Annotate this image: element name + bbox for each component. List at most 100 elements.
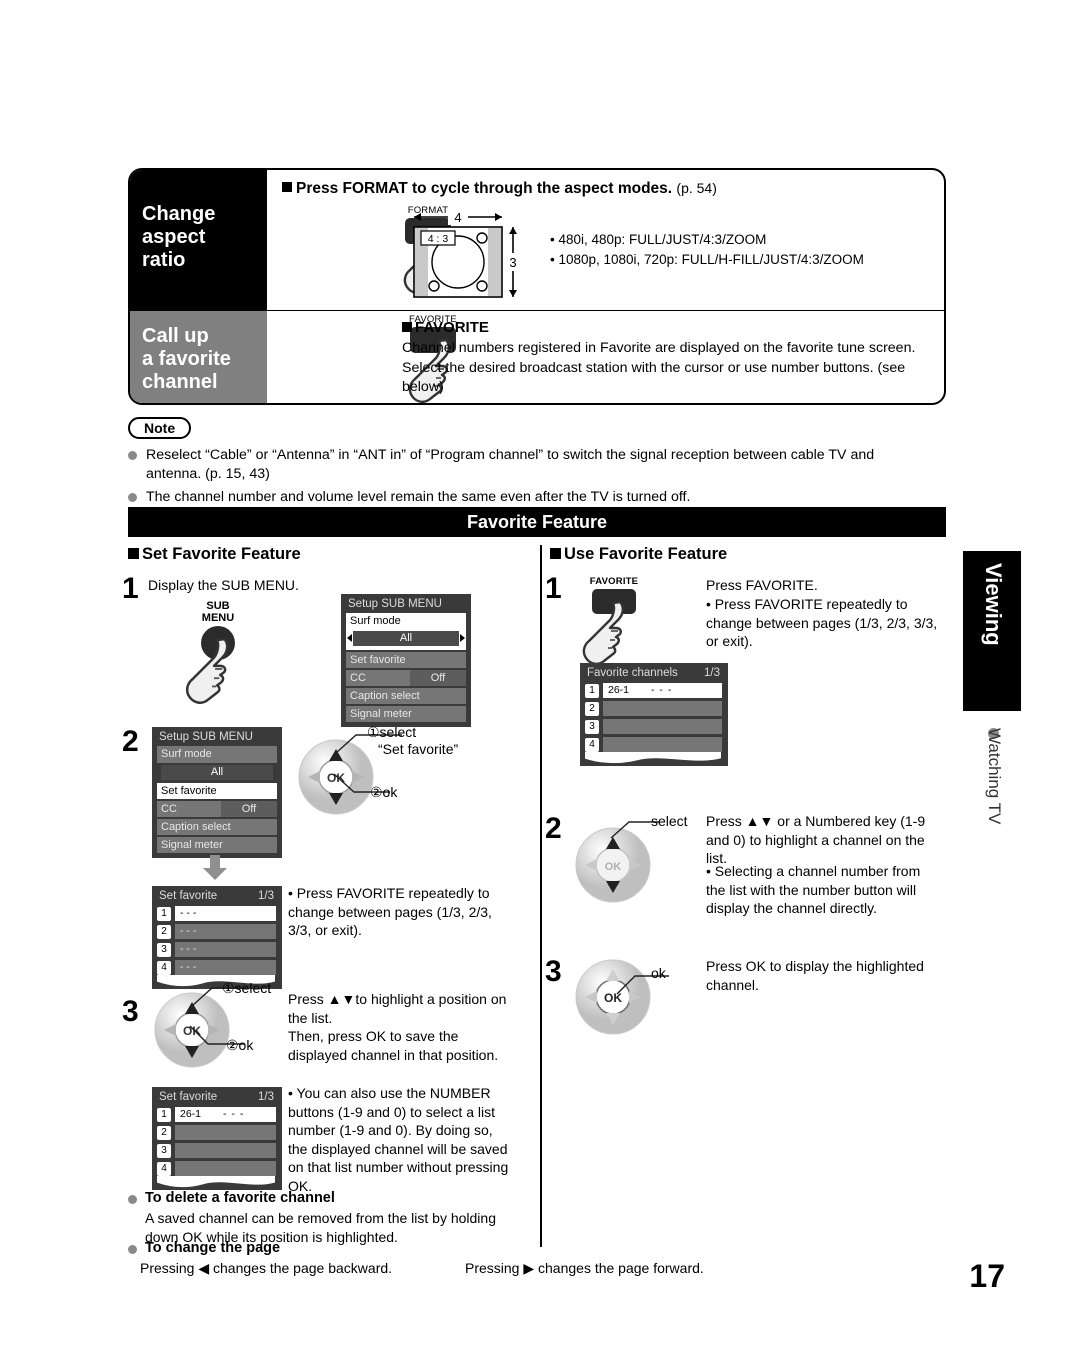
right-step-1-number: 1 [545,572,562,605]
right-arrow-icon[interactable] [460,634,465,642]
list-item: 4 [157,1161,276,1176]
column-divider [540,545,542,1247]
menu-item-label: CC [161,803,177,815]
aspect-mode-line-1: • 1080p, 1080i, 720p: FULL/H-FILL/JUST/4… [550,252,864,267]
list-item-number: 1 [585,683,599,698]
surf-mode-group: Surf mode All [346,613,466,650]
left-step-2-pad-note-1: ①select [367,724,417,740]
list-item-value[interactable] [603,719,722,734]
left-step-2-pad-note-1b: “Set favorite” [378,741,459,757]
favorite-key-illustration-right: FAVORITE [578,576,650,666]
list-item-value[interactable]: - - - [175,942,276,957]
list-item-value[interactable] [175,1125,276,1140]
menu-item-signal-meter[interactable]: Signal meter [346,706,466,722]
menu-item-label: Set favorite [161,785,217,797]
menu-item-label: Caption select [161,821,231,833]
menu-item-label: Set favorite [350,654,406,666]
right-step-1-tip: • Press FAVORITE repeatedly to change be… [706,596,938,650]
square-bullet-icon [402,322,412,332]
section-tab: Watching TV [963,722,1021,952]
surf-mode-label: Surf mode [346,613,466,630]
menu-item-value[interactable]: Off [221,801,277,817]
right-step-3-pad-note: ok [651,965,666,981]
pointing-hand-icon [582,600,624,666]
list-item: 1 26-1 - - - [585,683,722,698]
menu-item-signal-meter[interactable]: Signal meter [157,837,277,853]
surf-mode-value[interactable]: All [161,765,273,780]
menu-title: Setup SUB MENU [159,731,253,743]
list-item: 1 - - - [157,906,276,921]
aspect-heading-page-ref: (p. 54) [676,180,717,196]
left-step-3-text: Press ▲▼to highlight a position on the l… [288,991,507,1063]
list-item-dash: - - - [223,1108,245,1120]
menu-item-caption-select[interactable]: Caption select [346,688,466,704]
list-page-indicator: 1/3 [258,890,274,902]
list-item-value[interactable]: - - - [175,906,276,921]
list-item-number: 1 [157,1107,171,1122]
svg-text:3: 3 [509,255,516,270]
list-title: Favorite channels 1/3 [587,667,722,680]
section-band-title: Favorite Feature [128,507,946,537]
list-item-number: 4 [585,737,599,752]
delete-favorite-heading: To delete a favorite channel [128,1190,335,1206]
aspect-mode-line-0: • 480i, 480p: FULL/JUST/4:3/ZOOM [550,232,767,247]
list-item-value[interactable]: - - - [175,960,276,975]
chapter-tab: Viewing [963,551,1021,711]
sub-menu-key-label: SUB MENU [201,600,235,624]
right-step-2-tip: • Selecting a channel number from the li… [706,863,921,917]
change-aspect-ratio-row: Change aspect ratio Press FORMAT to cycle … [130,170,944,311]
left-step-3-tip: • You can also use the NUMBER buttons (1… [288,1085,509,1194]
section-tab-label: Watching TV [985,728,1004,825]
list-item-value[interactable] [603,737,722,752]
menu-item-label: Signal meter [350,708,412,720]
list-item-number: 4 [157,960,171,975]
sub-menu-key-illustration: SUB MENU [183,600,253,704]
menu-item-set-favorite-selected[interactable]: Set favorite [157,783,277,799]
list-item-value[interactable]: 26-1 - - - [175,1107,276,1122]
surf-mode-value[interactable]: All [347,631,465,646]
set-favorite-feature-heading: Set Favorite Feature [128,545,301,564]
menu-item-caption-select[interactable]: Caption select [157,819,277,835]
list-item-value[interactable]: - - - [175,924,276,939]
left-arrow-icon[interactable] [347,634,352,642]
favorite-channels-list-screen: Favorite channels 1/3 1 26-1 - - - 2 3 4 [580,663,728,766]
list-item: 2 [585,701,722,716]
list-item-value[interactable] [175,1161,276,1176]
menu-item-cc[interactable]: CC Off [157,801,277,817]
menu-item-cc[interactable]: CC Off [346,670,466,686]
torn-edge-icon [585,752,721,765]
right-step-1-text: Press FAVORITE. [706,577,818,593]
call-up-favorite-row: Call up a favorite channel FAVORITE FAVORI… [130,311,944,403]
menu-item-value[interactable]: Off [410,670,466,686]
list-item: 3 [157,1143,276,1158]
square-bullet-icon [282,182,292,192]
list-item-value[interactable] [175,1143,276,1158]
list-item: 1 26-1 - - - [157,1107,276,1122]
list-item: 2 - - - [157,924,276,939]
list-title-text: Set favorite [159,1091,218,1103]
torn-edge-icon [157,1176,275,1189]
note-item-text: The channel number and volume level rema… [146,489,691,505]
surf-mode-value-text: All [399,632,413,644]
list-page-indicator: 1/3 [704,667,720,679]
left-step-2-number: 2 [122,725,139,758]
list-item: 4 [585,737,722,752]
aspect-ratio-diagram: 4 4 : 3 3 [413,208,521,298]
menu-item-label: Signal meter [161,839,223,851]
list-item: 3 [585,719,722,734]
favorite-row-side-label: Call up a favorite channel [142,325,231,393]
menu-item-set-favorite[interactable]: Set favorite [346,652,466,668]
note-item-text: Reselect “Cable” or “Antenna” in “ANT in… [146,447,875,482]
surf-mode-label: Surf mode [157,746,277,763]
left-step-3-number: 3 [122,995,139,1028]
bullet-dot-icon [128,493,137,502]
list-item-value[interactable]: 26-1 - - - [603,683,722,698]
bullet-dot-icon [128,1245,137,1254]
left-step-2-tip: • Press FAVORITE repeatedly to change be… [288,885,492,939]
change-page-right-text: Pressing ▶ changes the page forward. [465,1260,704,1276]
surf-mode-value-text: All [210,766,224,778]
list-item-value[interactable] [603,701,722,716]
list-page-indicator: 1/3 [258,1091,274,1103]
right-step-2-pad-note: select [651,813,688,829]
svg-text:4: 4 [454,210,461,225]
